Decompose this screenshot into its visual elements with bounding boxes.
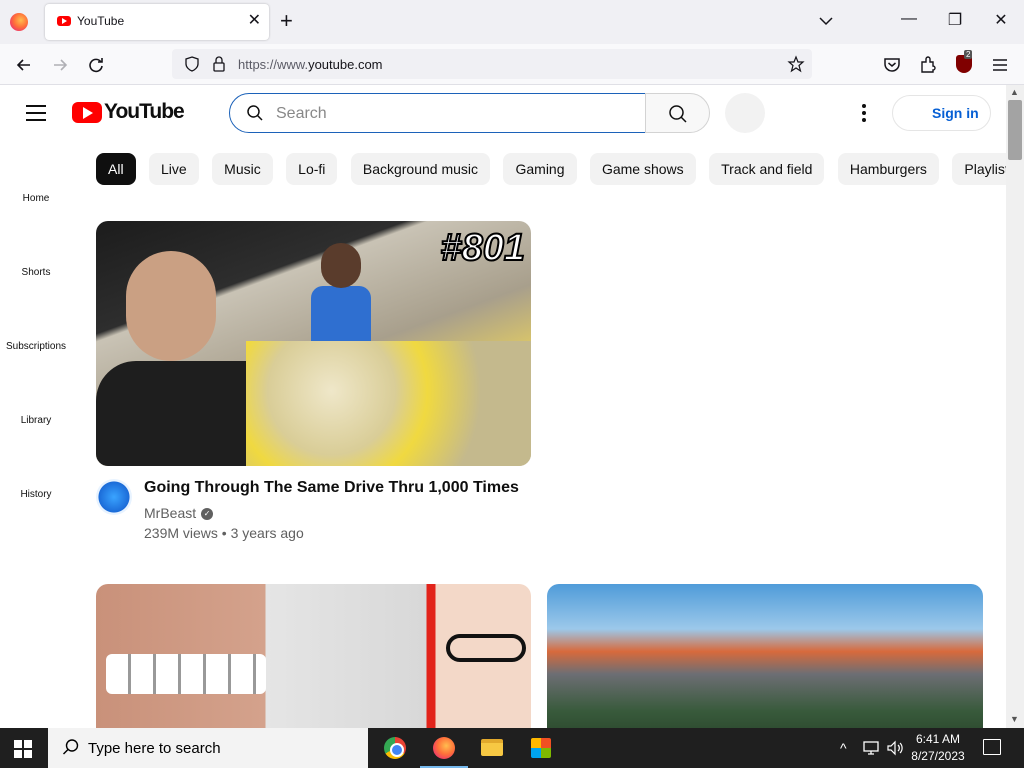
search-button-icon (669, 105, 687, 123)
chrome-icon (384, 737, 406, 759)
windows-start-icon[interactable] (14, 740, 32, 758)
sign-in-button[interactable]: Sign in (892, 95, 991, 131)
ublock-count-badge: 2 (964, 50, 973, 59)
chip-background-music[interactable]: Background music (350, 153, 491, 185)
sidebar-item-home[interactable]: Home (0, 193, 72, 204)
taskbar-app-store[interactable] (518, 728, 566, 768)
hamburger-menu-icon[interactable] (989, 54, 1011, 76)
extensions-puzzle-icon[interactable] (917, 54, 939, 76)
thumbnail-person-face (126, 251, 216, 361)
sidebar-item-subscriptions[interactable]: Subscriptions (0, 341, 72, 352)
chip-playlists[interactable]: Playlists (952, 153, 1006, 185)
chip-live[interactable]: Live (149, 153, 199, 185)
taskbar-search-text: Type here to search (88, 740, 221, 757)
youtube-favicon-icon (57, 16, 71, 26)
minimize-button[interactable]: — (897, 10, 921, 28)
thumbnail-tag-text: #801 (439, 226, 526, 270)
file-explorer-icon (481, 739, 503, 756)
channel-name-row: MrBeast ✓ (144, 505, 214, 521)
video-thumbnail[interactable] (96, 584, 531, 734)
url-text: https://www.youtube.com (238, 57, 383, 72)
search-button[interactable] (645, 93, 710, 133)
chip-game-shows[interactable]: Game shows (589, 153, 696, 185)
sidebar-item-shorts[interactable]: Shorts (0, 267, 72, 278)
taskbar-app-chrome[interactable] (371, 728, 419, 768)
chip-gaming[interactable]: Gaming (503, 153, 577, 185)
forward-arrow-icon[interactable] (49, 54, 71, 76)
thumbnail-glasses (446, 634, 526, 662)
tab-title: YouTube (77, 14, 125, 28)
taskbar-search-box[interactable]: Type here to search (48, 728, 368, 768)
sign-in-label: Sign in (932, 105, 979, 121)
video-metadata: 239M views • 3 years ago (144, 525, 304, 541)
reload-icon[interactable] (85, 54, 107, 76)
page-scrollbar[interactable] (1006, 85, 1024, 728)
url-domain: youtube.com (308, 57, 383, 72)
chip-all[interactable]: All (96, 153, 136, 185)
tab-close-icon[interactable]: ✕ (248, 10, 261, 30)
taskbar-app-file-explorer[interactable] (469, 728, 517, 768)
scrollbar-thumb[interactable] (1008, 100, 1022, 160)
thumbnail-worker-shirt (311, 286, 371, 341)
tracking-protection-shield-icon[interactable] (184, 56, 200, 72)
sidebar-item-history[interactable]: History (0, 489, 72, 500)
thumbnail-worker-face (321, 243, 361, 288)
guide-menu-icon[interactable] (26, 105, 46, 121)
video-title[interactable]: Going Through The Same Drive Thru 1,000 … (144, 479, 519, 497)
bookmark-star-icon[interactable] (787, 55, 805, 73)
clock-date: 8/27/2023 (911, 749, 965, 763)
search-icon (247, 105, 263, 121)
list-all-tabs-icon[interactable] (817, 12, 835, 30)
chip-hamburgers[interactable]: Hamburgers (837, 153, 939, 185)
search-box[interactable] (229, 93, 646, 133)
scroll-up-arrow-icon[interactable]: ▲ (1010, 87, 1019, 97)
more-options-icon[interactable] (856, 103, 872, 123)
chip-lo-fi[interactable]: Lo-fi (286, 153, 338, 185)
video-thumbnail[interactable]: #801 (96, 221, 531, 466)
video-thumbnail[interactable] (547, 584, 983, 734)
chip-music[interactable]: Music (212, 153, 273, 185)
network-icon[interactable] (862, 740, 880, 756)
youtube-wordmark[interactable]: YouTube (104, 100, 185, 124)
clock-time: 6:41 AM (915, 732, 961, 746)
close-window-button[interactable]: ✕ (989, 10, 1013, 30)
microsoft-store-icon (531, 738, 551, 758)
browser-tab-youtube[interactable]: YouTube ✕ (45, 4, 269, 40)
browser-tab-strip: YouTube ✕ + — ❐ ✕ (0, 0, 1024, 44)
channel-avatar[interactable] (96, 479, 132, 515)
filter-chips-bar: All Live Music Lo-fi Background music Ga… (96, 153, 1006, 185)
search-input[interactable] (276, 103, 626, 125)
channel-name[interactable]: MrBeast (144, 505, 196, 521)
firefox-taskbar-icon (433, 737, 455, 759)
system-clock[interactable]: 6:41 AM 8/27/2023 (906, 731, 970, 765)
volume-icon[interactable] (886, 740, 904, 756)
thumbnail-braces-teeth (106, 654, 266, 694)
scroll-down-arrow-icon[interactable]: ▼ (1010, 714, 1019, 724)
back-arrow-icon[interactable] (13, 54, 35, 76)
voice-search-button[interactable] (725, 93, 765, 133)
new-tab-button[interactable]: + (280, 8, 293, 34)
restore-button[interactable]: ❐ (943, 10, 967, 30)
browser-navigation-bar: https://www.youtube.com 2 (0, 44, 1024, 85)
url-prefix: https://www. (238, 57, 309, 72)
taskbar-search-icon (63, 739, 79, 755)
address-bar[interactable]: https://www.youtube.com (172, 49, 812, 79)
windows-taskbar: Type here to search ^ 6:41 AM 8/27/2023 (0, 728, 1024, 768)
youtube-header: YouTube Sign in (0, 85, 1006, 141)
verified-check-icon: ✓ (201, 508, 214, 521)
firefox-icon[interactable] (10, 13, 28, 31)
show-hidden-icons-chevron-icon[interactable]: ^ (840, 740, 847, 756)
lock-icon[interactable] (212, 56, 226, 72)
thumbnail-food-bags (246, 341, 531, 466)
notification-center-icon[interactable] (983, 739, 1001, 755)
youtube-logo-icon[interactable] (72, 102, 102, 123)
taskbar-app-firefox[interactable] (420, 728, 468, 768)
pocket-icon[interactable] (881, 54, 903, 76)
chip-track-and-field[interactable]: Track and field (709, 153, 825, 185)
sidebar-item-library[interactable]: Library (0, 415, 72, 426)
